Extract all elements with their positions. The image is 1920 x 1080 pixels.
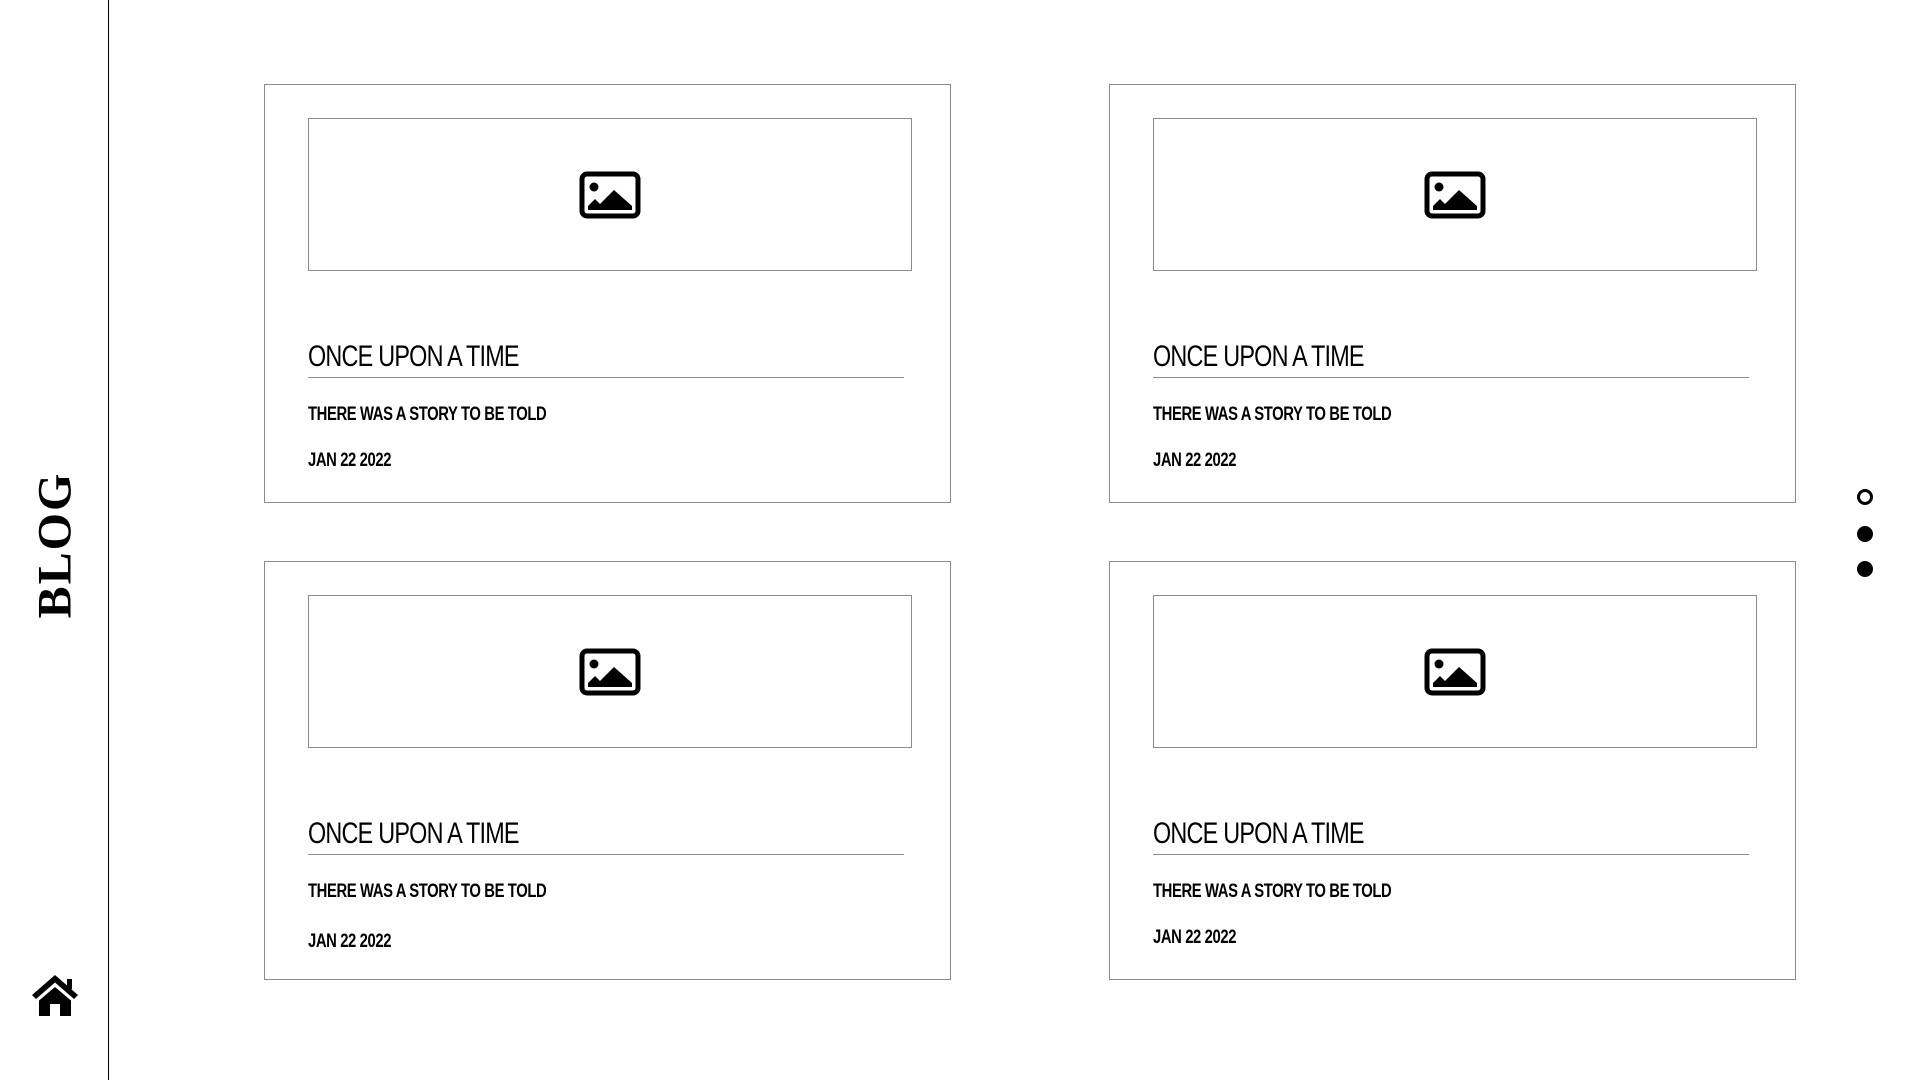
sidebar: BLOG: [0, 0, 109, 1080]
blog-card[interactable]: ONCE UPON A TIME THERE WAS A STORY TO BE…: [264, 561, 951, 980]
card-thumbnail: [308, 595, 912, 748]
card-thumbnail: [308, 118, 912, 271]
image-icon: [579, 648, 641, 695]
home-icon[interactable]: [30, 973, 80, 1017]
card-thumbnail: [1153, 118, 1757, 271]
card-title: ONCE UPON A TIME: [308, 815, 904, 855]
card-date: JAN 22 2022: [308, 450, 392, 471]
image-icon: [1424, 648, 1486, 695]
card-subtitle: THERE WAS A STORY TO BE TOLD: [308, 881, 547, 902]
blog-card[interactable]: ONCE UPON A TIME THERE WAS A STORY TO BE…: [264, 84, 951, 503]
card-date: JAN 22 2022: [308, 931, 392, 952]
card-date: JAN 22 2022: [1153, 927, 1237, 948]
pagination-dots: [1857, 489, 1877, 598]
blog-card[interactable]: ONCE UPON A TIME THERE WAS A STORY TO BE…: [1109, 561, 1796, 980]
card-subtitle: THERE WAS A STORY TO BE TOLD: [1153, 881, 1392, 902]
pagination-dot-3[interactable]: [1857, 561, 1873, 577]
brand-title: BLOG: [28, 471, 82, 619]
card-thumbnail: [1153, 595, 1757, 748]
card-subtitle: THERE WAS A STORY TO BE TOLD: [1153, 404, 1392, 425]
card-title: ONCE UPON A TIME: [1153, 338, 1749, 378]
card-title: ONCE UPON A TIME: [308, 338, 904, 378]
pagination-dot-1[interactable]: [1857, 489, 1873, 505]
card-subtitle: THERE WAS A STORY TO BE TOLD: [308, 404, 547, 425]
blog-card[interactable]: ONCE UPON A TIME THERE WAS A STORY TO BE…: [1109, 84, 1796, 503]
card-date: JAN 22 2022: [1153, 450, 1237, 471]
image-icon: [579, 171, 641, 218]
image-icon: [1424, 171, 1486, 218]
card-title: ONCE UPON A TIME: [1153, 815, 1749, 855]
pagination-dot-2[interactable]: [1857, 526, 1873, 542]
